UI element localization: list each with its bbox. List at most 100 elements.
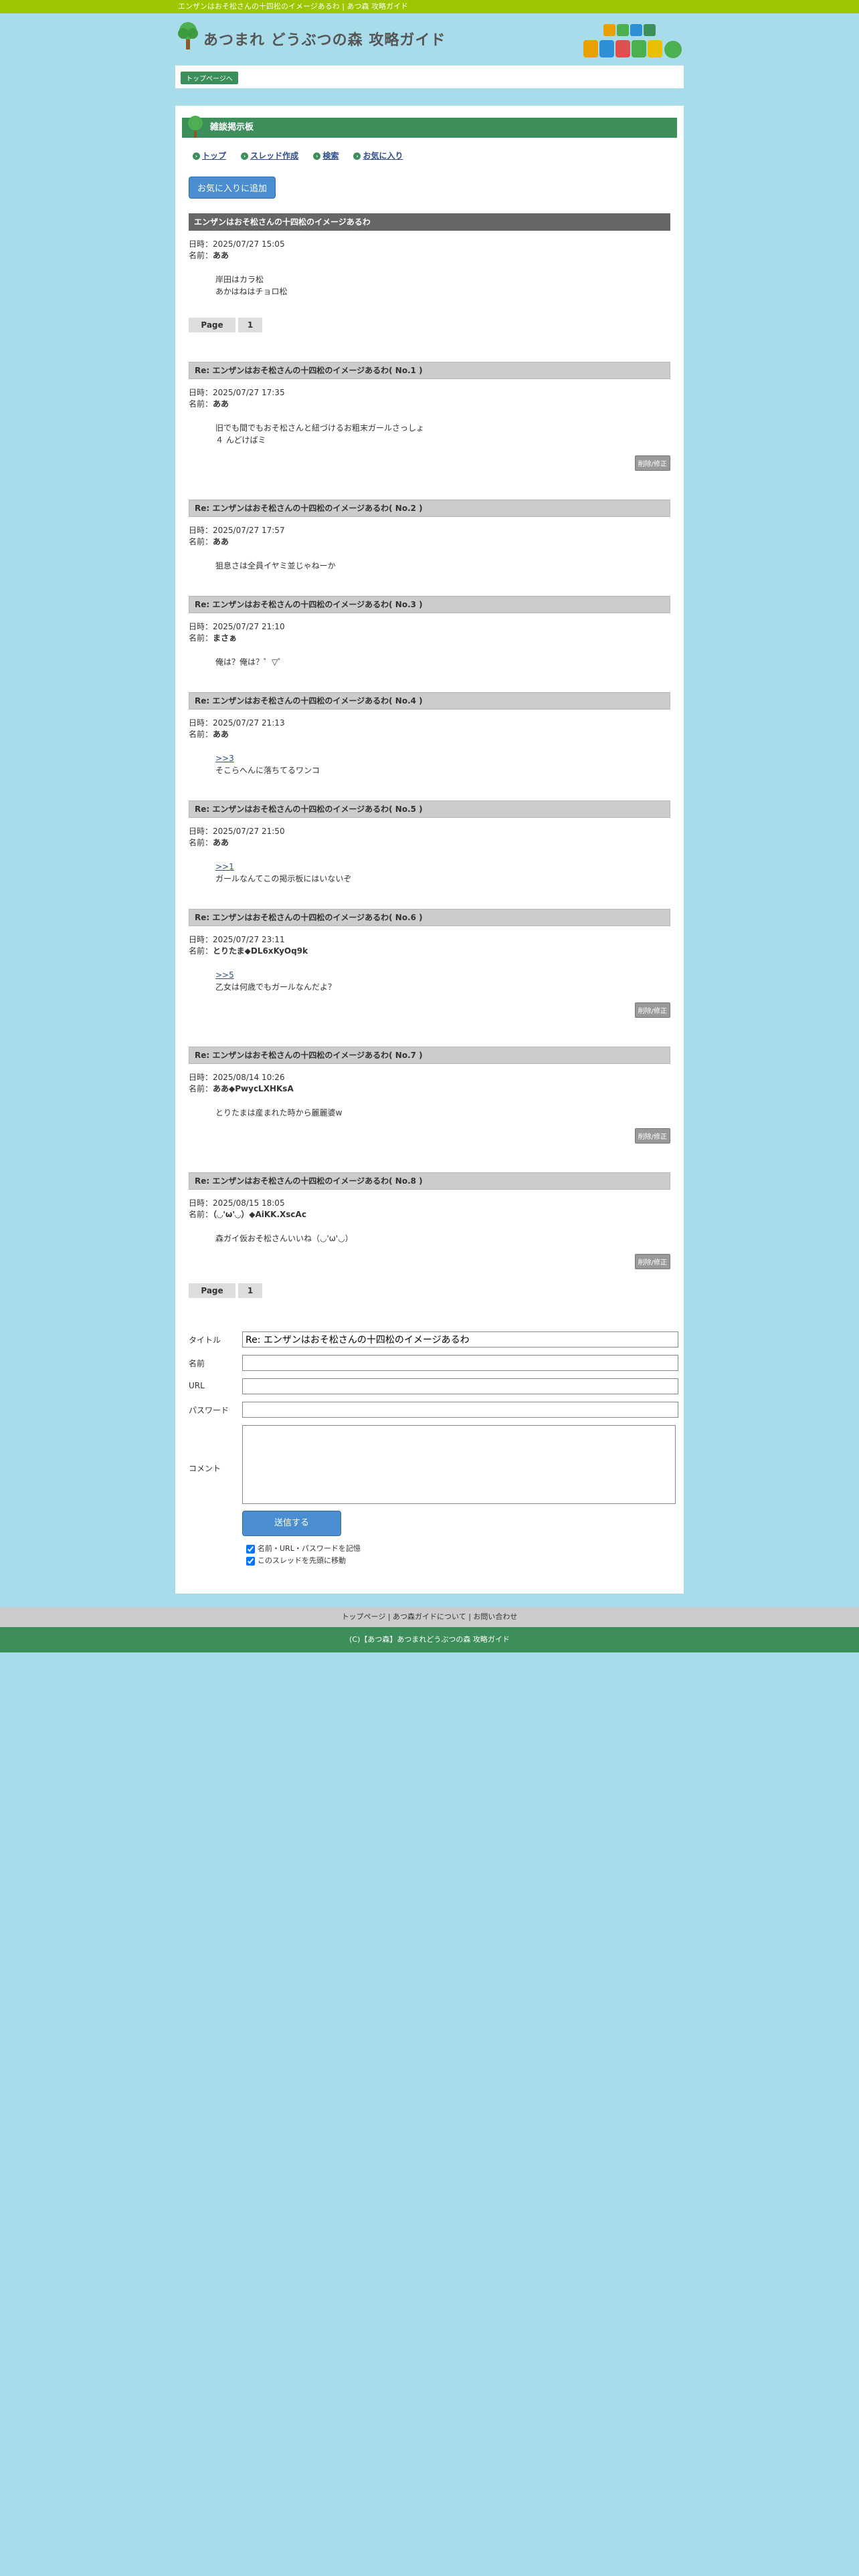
- url-input[interactable]: [242, 1378, 678, 1394]
- reply-meta: 日時：2025/07/27 21:10 名前：まさぁ: [189, 621, 670, 644]
- reply-meta: 日時：2025/08/15 18:05 名前：（◡'ω'◡）◆AiKK.XscAc: [189, 1198, 670, 1220]
- nav-favorites[interactable]: › お気に入り: [353, 150, 403, 161]
- nav-top-label: トップ: [202, 151, 227, 160]
- url-label: URL: [189, 1381, 205, 1390]
- board-nav: › トップ › スレッド作成 › 検索 › お気に入り: [193, 150, 684, 163]
- date-label: 日時：: [189, 526, 213, 535]
- body-line: ４ んどけばミ: [215, 435, 266, 445]
- name-label: 名前：: [189, 946, 213, 956]
- delete-edit-button[interactable]: 削除/修正: [634, 1128, 670, 1144]
- date-label: 日時：: [189, 622, 213, 631]
- name-label: 名前：: [189, 633, 213, 643]
- remember-checkbox[interactable]: [246, 1544, 255, 1553]
- quote-link[interactable]: >>5: [215, 970, 234, 980]
- reply-post: Re: エンザンはおそ松さんの十四松のイメージあるわ( No.7 ) 日時：202…: [175, 1047, 684, 1148]
- reply-title: Re: エンザンはおそ松さんの十四松のイメージあるわ( No.7 ): [189, 1047, 670, 1064]
- pager-bottom: Page 1: [189, 1283, 684, 1299]
- submit-button[interactable]: 送信する: [242, 1511, 341, 1536]
- post-date: 2025/07/27 21:10: [213, 622, 285, 631]
- top-page-link[interactable]: トップページへ: [181, 72, 238, 84]
- name-label: 名前：: [189, 537, 213, 546]
- arrow-circle-icon: ›: [353, 152, 361, 160]
- footer-link-about[interactable]: あつ森ガイドについて: [393, 1612, 466, 1621]
- reply-form: タイトル 名前 URL パスワード コメント 送信する 名前・URL・パスワード…: [189, 1331, 678, 1567]
- reply-body: 狙息さは全員イヤミ並じゃねーか: [215, 560, 684, 572]
- reply-body: >>5 乙女は何歳でもガールなんだよ？: [215, 969, 684, 993]
- post-author: （◡'ω'◡）◆AiKK.XscAc: [213, 1210, 306, 1219]
- delete-edit-button[interactable]: 削除/修正: [634, 1254, 670, 1269]
- reply-title: Re: エンザンはおそ松さんの十四松のイメージあるわ( No.6 ): [189, 909, 670, 926]
- reply-post: Re: エンザンはおそ松さんの十四松のイメージあるわ( No.1 ) 日時：202…: [175, 362, 684, 475]
- reply-list: Re: エンザンはおそ松さんの十四松のイメージあるわ( No.1 ) 日時：202…: [175, 362, 684, 1274]
- delete-edit-button[interactable]: 削除/修正: [634, 455, 670, 471]
- password-input[interactable]: [242, 1402, 678, 1418]
- footer-link-contact[interactable]: お問い合わせ: [473, 1612, 517, 1621]
- name-input[interactable]: [242, 1355, 678, 1371]
- body-line: とりたまは産まれた時から麗麗婆w: [215, 1108, 343, 1117]
- reply-body: >>1 ガールなんてこの掲示板にはいないぞ: [215, 861, 684, 885]
- post-date: 2025/08/15 18:05: [213, 1198, 285, 1208]
- date-label: 日時：: [189, 1198, 213, 1208]
- body-line: 乙女は何歳でもガールなんだよ？: [215, 982, 337, 992]
- date-label: 日時：: [189, 935, 213, 944]
- reply-post: Re: エンザンはおそ松さんの十四松のイメージあるわ( No.6 ) 日時：202…: [175, 909, 684, 1023]
- reply-title: Re: エンザンはおそ松さんの十四松のイメージあるわ( No.5 ): [189, 800, 670, 818]
- post-date: 2025/07/27 21:13: [213, 718, 285, 728]
- post-date: 2025/07/27 17:35: [213, 388, 285, 397]
- comment-label: コメント: [189, 1464, 221, 1473]
- tree-logo-icon: [178, 22, 198, 49]
- name-label: 名前：: [189, 1084, 213, 1093]
- nav-favorites-label: お気に入り: [363, 151, 403, 160]
- reply-meta: 日時：2025/07/27 17:35 名前：ああ: [189, 387, 670, 410]
- post-author: ああ: [213, 537, 229, 546]
- reply-body: とりたまは産まれた時から麗麗婆w: [215, 1107, 684, 1119]
- quote-link[interactable]: >>3: [215, 754, 234, 763]
- date-label: 日時：: [189, 239, 213, 249]
- title-input[interactable]: [242, 1331, 678, 1348]
- nav-top[interactable]: › トップ: [193, 150, 226, 161]
- reply-body: 旧でも間でもおそ松さんと紐づけるお粗末ガールさっしょ ４ んどけばミ: [215, 422, 684, 446]
- body-line: あかはねはチョロ松: [215, 287, 288, 296]
- reply-post: Re: エンザンはおそ松さんの十四松のイメージあるわ( No.3 ) 日時：202…: [175, 596, 684, 668]
- site-title[interactable]: あつまれ どうぶつの森 攻略ガイド: [203, 28, 446, 49]
- post-date: 2025/07/27 21:50: [213, 827, 285, 836]
- body-line: 俺は？俺は？゜▽゜: [215, 657, 286, 667]
- delete-edit-button[interactable]: 削除/修正: [634, 1002, 670, 1018]
- post-author: ああ◆PwycLXHKsA: [213, 1084, 294, 1093]
- footer-link-top[interactable]: トップページ: [342, 1612, 386, 1621]
- date-label: 日時：: [189, 827, 213, 836]
- nav-search[interactable]: › 検索: [313, 150, 339, 161]
- footer-copyright: (C)【あつ森】あつまれどうぶつの森 攻略ガイド: [0, 1627, 859, 1652]
- footer-separator: |: [385, 1612, 393, 1621]
- page-1-link[interactable]: 1: [238, 1283, 262, 1298]
- pager-label: Page: [189, 318, 235, 332]
- game-badge-logo[interactable]: [583, 23, 684, 60]
- reply-title: Re: エンザンはおそ松さんの十四松のイメージあるわ( No.2 ): [189, 500, 670, 517]
- move-top-checkbox[interactable]: [246, 1556, 255, 1566]
- top-banner: エンザンはおそ松さんの十四松のイメージあるわ | あつ森 攻略ガイド: [0, 0, 859, 13]
- comment-textarea[interactable]: [242, 1425, 676, 1504]
- remember-label: 名前・URL・パスワードを記憶: [258, 1544, 361, 1553]
- post-author: ああ: [213, 838, 229, 847]
- post-author: まさぁ: [213, 633, 237, 643]
- body-line: 狙息さは全員イヤミ並じゃねーか: [215, 561, 336, 570]
- add-favorite-button[interactable]: お気に入りに追加: [189, 177, 276, 199]
- reply-body: 俺は？俺は？゜▽゜: [215, 656, 684, 668]
- pager-label: Page: [189, 1283, 235, 1298]
- board-header: 雑談掲示板: [182, 116, 677, 138]
- tree-icon: [188, 116, 203, 138]
- page-1-link[interactable]: 1: [238, 318, 262, 332]
- quote-link[interactable]: >>1: [215, 862, 234, 871]
- nav-create-thread-label: スレッド作成: [250, 151, 299, 160]
- footer-separator: |: [466, 1612, 474, 1621]
- date-label: 日時：: [189, 388, 213, 397]
- post-date: 2025/07/27 17:57: [213, 526, 285, 535]
- form-options: 名前・URL・パスワードを記憶 このスレッドを先頭に移動: [246, 1543, 670, 1567]
- reply-title: Re: エンザンはおそ松さんの十四松のイメージあるわ( No.3 ): [189, 596, 670, 613]
- nav-create-thread[interactable]: › スレッド作成: [241, 150, 298, 161]
- reply-post: Re: エンザンはおそ松さんの十四松のイメージあるわ( No.5 ) 日時：202…: [175, 800, 684, 885]
- post-author: ああ: [213, 399, 229, 409]
- post-date: 2025/07/27 15:05: [213, 239, 285, 249]
- body-line: そこらへんに落ちてるワンコ: [215, 766, 320, 775]
- body-line: 森ガイ仮おそ松さんいいね（◡'ω'◡）: [215, 1234, 353, 1243]
